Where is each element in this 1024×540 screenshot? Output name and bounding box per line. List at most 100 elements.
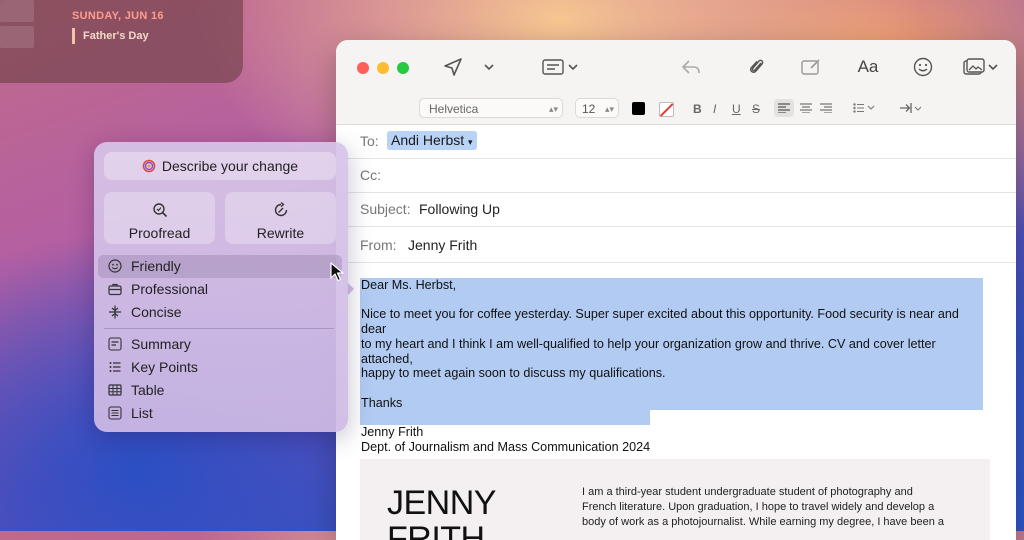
chevron-down-icon <box>568 64 578 71</box>
rewrite-icon <box>274 201 287 217</box>
body-line: to my heart and I think I am well-qualif… <box>361 336 936 366</box>
paperclip-icon <box>749 59 764 74</box>
list-icon <box>108 406 122 420</box>
send-button[interactable] <box>442 55 464 79</box>
bullet-list-icon <box>109 362 121 372</box>
resume-bio-line: French literature. Upon graduation, I ho… <box>582 501 935 513</box>
strikethrough-button[interactable]: S <box>752 101 760 117</box>
mail-compose-window: Aa Helvetica ▴▾ 12 ▴▾ B I U S To: Andi H… <box>336 40 1016 540</box>
list-style-icon[interactable] <box>853 103 875 113</box>
calendar-date: SUNDAY, JUN 16 <box>72 10 164 22</box>
align-center-icon[interactable] <box>800 103 812 113</box>
rewrite-button[interactable]: Rewrite <box>225 192 336 244</box>
concise-icon <box>109 305 121 319</box>
chevron-down-icon <box>484 64 494 71</box>
emoji-button[interactable] <box>912 55 934 79</box>
maximize-window-button[interactable] <box>397 62 409 74</box>
recipient-token[interactable]: Andi Herbst ▾ <box>387 131 477 150</box>
briefcase-icon <box>108 283 122 296</box>
summary-icon <box>108 337 122 351</box>
calendar-event[interactable]: Father's Day <box>72 28 149 44</box>
signature-name: Jenny Frith <box>361 424 424 439</box>
font-family-value: Helvetica <box>429 102 479 116</box>
to-field-row[interactable]: To: Andi Herbst ▾ <box>336 124 1016 159</box>
attach-button[interactable] <box>746 55 768 79</box>
toolbar: Aa <box>336 40 1016 94</box>
format-label: Table <box>131 382 165 398</box>
tone-friendly[interactable]: Friendly <box>98 255 342 278</box>
format-table[interactable]: Table <box>98 379 342 402</box>
align-left-icon[interactable] <box>778 103 790 113</box>
indent-icon[interactable] <box>899 102 923 114</box>
cc-field-row[interactable]: Cc: <box>336 158 1016 193</box>
font-size-value: 12 <box>582 102 596 116</box>
calendar-grid <box>0 0 34 52</box>
calendar-widget[interactable]: SUNDAY, JUN 16 Father's Day <box>0 0 243 83</box>
resume-bio-line: I am a third-year student undergraduate … <box>582 486 913 498</box>
chevron-down-icon <box>987 64 998 71</box>
chevron-down-icon: ▾ <box>468 137 473 147</box>
photo-browser-button[interactable] <box>960 55 1000 79</box>
proofread-button[interactable]: Proofread <box>104 192 215 244</box>
header-fields-button[interactable] <box>540 55 580 79</box>
paper-plane-icon <box>444 58 462 76</box>
cc-label: Cc: <box>360 167 381 183</box>
resume-bio-line: body of work as a photojournalist. While… <box>582 516 944 528</box>
format-bar: Helvetica ▴▾ 12 ▴▾ B I U S <box>336 94 1016 125</box>
body-line: Nice to meet you for coffee yesterday. S… <box>361 307 959 337</box>
reply-button[interactable] <box>680 55 702 79</box>
stepper-arrows-icon: ▴▾ <box>604 104 614 114</box>
greeting: Dear Ms. Herbst, <box>361 278 457 292</box>
font-size-select[interactable]: 12 ▴▾ <box>575 98 619 118</box>
subject-value[interactable]: Following Up <box>419 201 500 217</box>
smiley-icon <box>913 57 933 77</box>
popover-arrow <box>347 282 354 296</box>
format-button[interactable]: Aa <box>855 55 881 79</box>
from-label: From: <box>360 237 397 253</box>
rewrite-label: Rewrite <box>256 225 305 241</box>
underline-button[interactable]: U <box>732 101 741 117</box>
format-key-points[interactable]: Key Points <box>98 356 342 379</box>
from-value[interactable]: Jenny Frith <box>408 237 477 253</box>
format-list[interactable]: List <box>98 402 342 425</box>
format-label: Summary <box>131 336 191 352</box>
photo-icon <box>962 58 985 75</box>
attachment-preview[interactable]: JENNY FRITH I am a third-year student un… <box>360 459 990 540</box>
minimize-window-button[interactable] <box>377 62 389 74</box>
align-right-icon[interactable] <box>820 103 832 113</box>
table-icon <box>108 384 122 396</box>
bold-button[interactable]: B <box>693 101 702 117</box>
reply-icon <box>682 60 700 74</box>
recipient-name: Andi Herbst <box>391 132 465 148</box>
describe-change-label: Describe your change <box>161 158 299 174</box>
tone-professional[interactable]: Professional <box>98 278 342 301</box>
background-color-swatch[interactable] <box>659 102 674 117</box>
describe-change-button[interactable]: Describe your change <box>104 152 336 180</box>
signature-dept: Dept. of Journalism and Mass Communicati… <box>361 439 651 454</box>
body-line: happy to meet again soon to discuss my q… <box>361 366 666 381</box>
message-body[interactable]: Dear Ms. Herbst, Nice to meet you for co… <box>361 278 986 454</box>
font-family-select[interactable]: Helvetica ▴▾ <box>419 98 563 118</box>
resume-name-line: JENNY <box>387 484 496 522</box>
italic-button[interactable]: I <box>713 101 716 117</box>
subject-field-row[interactable]: Subject: Following Up <box>336 192 1016 227</box>
tone-concise[interactable]: Concise <box>98 301 342 324</box>
to-label: To: <box>360 133 379 149</box>
apple-intelligence-icon <box>142 159 156 173</box>
mouse-cursor-icon <box>330 262 344 282</box>
closing: Thanks <box>361 395 403 410</box>
proofread-label: Proofread <box>128 225 191 241</box>
text-color-swatch[interactable] <box>632 102 645 115</box>
send-options-chevron[interactable] <box>482 55 496 79</box>
format-summary[interactable]: Summary <box>98 333 342 356</box>
markup-button[interactable] <box>800 55 822 79</box>
list-icon <box>542 59 564 75</box>
from-field-row[interactable]: From: Jenny Frith <box>336 226 1016 263</box>
resume-name: JENNY FRITH <box>387 485 496 540</box>
tone-label: Concise <box>131 304 182 320</box>
writing-tools-panel: Describe your change Proofread Rewrite F… <box>94 142 348 432</box>
magnifier-check-icon <box>152 203 167 218</box>
close-window-button[interactable] <box>357 62 369 74</box>
resume-bio: I am a third-year student undergraduate … <box>582 485 972 530</box>
tone-label: Friendly <box>131 258 181 274</box>
